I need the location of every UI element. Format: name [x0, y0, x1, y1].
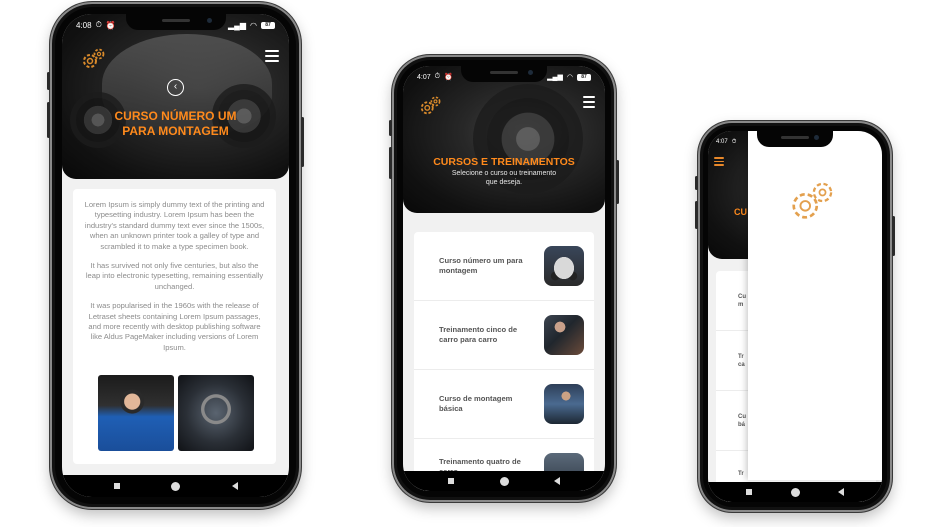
list-item[interactable]: Curso número um para montagem [414, 232, 594, 301]
course-list: Curso número um para montagem Treinament… [414, 232, 594, 491]
menu-icon[interactable] [714, 157, 724, 169]
clock-icon: ⏰ [105, 20, 116, 30]
list-item[interactable]: Treinamento cinco de carro para carro [414, 301, 594, 370]
gear-logo-icon[interactable] [80, 47, 106, 71]
screen-drawer: 4:07 ⏱ CU Cu m Tr ca Cu bá Tr [708, 131, 882, 502]
course-label: Treinamento cinco de carro para carro [439, 325, 518, 344]
article-card: Lorem Ipsum is simply dummy text of the … [73, 189, 276, 464]
signal-icon: ▂▄▆ [547, 74, 563, 81]
back-nav-button[interactable] [837, 488, 844, 496]
battery-icon: 87 [577, 73, 591, 81]
driver-photo [98, 375, 174, 451]
hero-header: CURSOS E TREINAMENTOS Selecione o curso … [403, 66, 605, 213]
side-drawer [748, 131, 882, 480]
recents-button[interactable] [448, 478, 455, 484]
steering-wheel-photo [178, 375, 254, 451]
recents-button[interactable] [113, 483, 120, 489]
clock-icon: ⏰ [444, 74, 453, 81]
alarm-icon: ⏱ [95, 20, 102, 29]
hero-header: ‹ CURSO NÚMERO UM PARA MONTAGEM [62, 14, 289, 179]
course-thumbnail [544, 246, 584, 286]
menu-icon[interactable] [583, 96, 595, 111]
android-nav-bar [403, 471, 605, 491]
article-paragraph: It was popularised in the 1960s with the… [88, 301, 261, 352]
signal-icon: ▂▄▆ [228, 20, 247, 30]
alarm-icon: ⏱ [434, 73, 441, 80]
status-time: 4:07 [417, 73, 431, 81]
article-paragraph: It has survived not only five centuries,… [85, 261, 264, 291]
page-title: CURSO NÚMERO UM PARA MONTAGEM [114, 109, 237, 138]
recents-button[interactable] [746, 489, 753, 495]
gear-logo-icon [792, 182, 833, 219]
home-button[interactable] [499, 476, 509, 486]
list-item[interactable]: Curso de montagem básica [414, 370, 594, 439]
wifi-icon: ◠ [250, 20, 257, 30]
android-nav-bar [708, 482, 882, 502]
home-button[interactable] [790, 487, 800, 497]
gear-logo-icon[interactable] [418, 95, 442, 117]
back-nav-button[interactable] [231, 482, 238, 490]
status-time: 4:07 [716, 139, 728, 145]
phone-drawer-open: 4:07 ⏱ CU Cu m Tr ca Cu bá Tr [695, 121, 895, 512]
course-label: Curso número um para montagem [439, 256, 523, 275]
phone-article: 4:08 ⏱ ⏰ ▂▄▆ ◠ 87 ‹ CURSO NÚMERO UM PARA MON… [47, 2, 304, 509]
alarm-icon: ⏱ [731, 138, 737, 145]
screen-article: 4:08 ⏱ ⏰ ▂▄▆ ◠ 87 ‹ CURSO NÚMERO UM PARA MON… [62, 14, 289, 497]
page-title: CURSOS E TREINAMENTOS [433, 156, 575, 168]
home-button[interactable] [171, 481, 180, 491]
page-title-partial: CU [734, 207, 747, 217]
battery-icon: 87 [261, 21, 275, 29]
page-subtitle: Selecione o curso ou treinamento que des… [451, 170, 557, 186]
phone-course-list: 4:07 ⏱ ⏰ ▂▄▆ ◠ 87 CURSOS E TREINAMENTOS Sele… [389, 55, 619, 502]
article-paragraph: Lorem Ipsum is simply dummy text of the … [84, 200, 265, 251]
back-icon[interactable]: ‹ [167, 79, 184, 96]
course-thumbnail [544, 384, 584, 424]
back-nav-button[interactable] [553, 477, 560, 485]
android-nav-bar [62, 475, 289, 497]
course-label: Curso de montagem básica [439, 394, 513, 413]
course-thumbnail [544, 315, 584, 355]
wifi-icon: ◠ [566, 74, 573, 81]
status-time: 4:08 [76, 20, 92, 30]
mockup-stage: 4:08 ⏱ ⏰ ▂▄▆ ◠ 87 ‹ CURSO NÚMERO UM PARA MON… [0, 0, 929, 527]
screen-course-list: 4:07 ⏱ ⏰ ▂▄▆ ◠ 87 CURSOS E TREINAMENTOS Sele… [403, 66, 605, 491]
menu-icon[interactable] [265, 50, 279, 65]
